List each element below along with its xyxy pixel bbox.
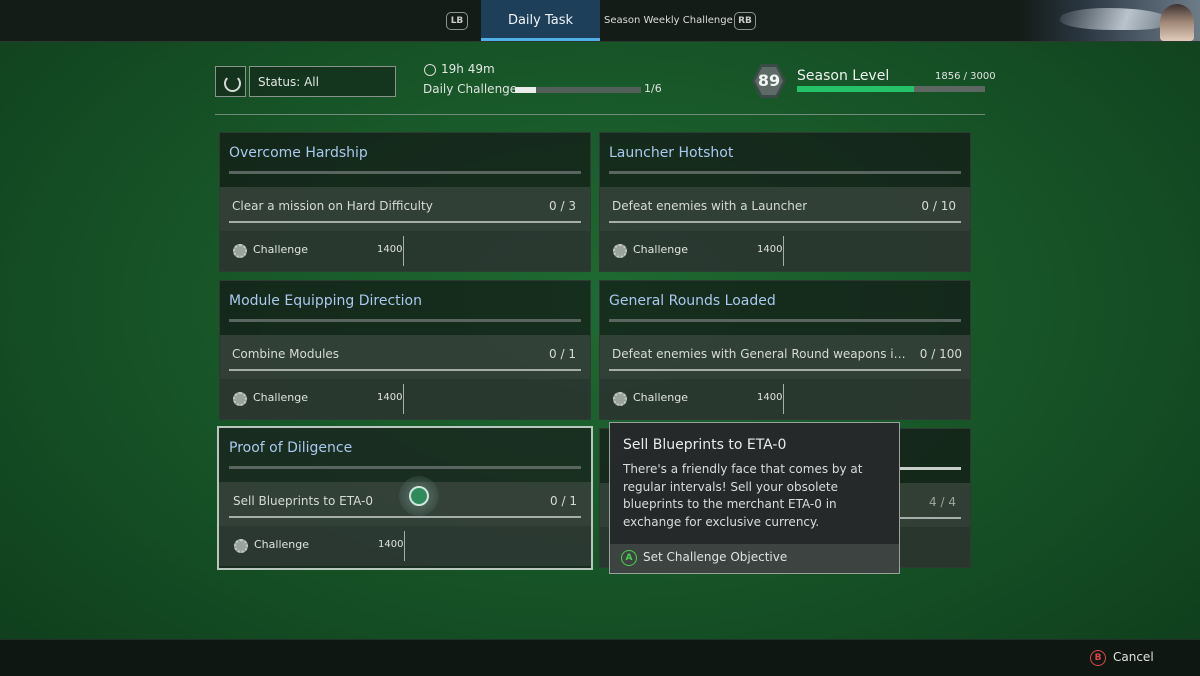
reward-label: Challenge — [253, 391, 308, 404]
season-xp-count: 1856 / 3000 — [935, 71, 996, 82]
a-button-icon: A — [621, 550, 637, 566]
challenge-card-overcome-hardship[interactable]: Overcome Hardship Clear a mission on Har… — [219, 132, 591, 272]
reward-row: Challenge 1400 — [600, 379, 970, 419]
challenge-card-module-equipping[interactable]: Module Equipping Direction Combine Modul… — [219, 280, 591, 420]
objective-text: Defeat enemies with General Round weapon… — [612, 347, 908, 361]
gear-icon — [234, 539, 248, 553]
reward-row: Challenge 1400 — [220, 379, 590, 419]
objective-progress: 0 / 3 — [549, 199, 576, 213]
reward-divider — [403, 384, 404, 414]
reward-divider — [403, 236, 404, 266]
top-tab-bar: LB Daily Task Season Weekly Challenge RB — [0, 0, 1200, 42]
objective-divider — [229, 516, 581, 518]
bottom-bar: B Cancel — [0, 639, 1200, 676]
card-title: Overcome Hardship — [229, 145, 368, 161]
challenge-card-launcher-hotshot[interactable]: Launcher Hotshot Defeat enemies with a L… — [599, 132, 971, 272]
tooltip-description: There's a friendly face that comes by at… — [623, 462, 863, 529]
title-divider — [229, 171, 581, 174]
reward-row: Challenge 1400 — [219, 526, 591, 566]
card-title: Proof of Diligence — [229, 440, 353, 456]
objective-progress: 0 / 10 — [921, 199, 956, 213]
title-divider — [609, 171, 961, 174]
reward-label: Challenge — [633, 243, 688, 256]
reward-label: Challenge — [254, 538, 309, 551]
set-objective-action[interactable]: A Set Challenge Objective — [610, 544, 899, 573]
status-filter: Status: All — [215, 66, 396, 97]
season-level-label: Season Level — [797, 68, 890, 84]
challenge-card-general-rounds[interactable]: General Rounds Loaded Defeat enemies wit… — [599, 280, 971, 420]
objective-row: Clear a mission on Hard Difficulty 0 / 3 — [220, 187, 590, 231]
objective-divider — [229, 369, 581, 371]
gear-icon — [613, 392, 627, 406]
objective-progress: 4 / 4 — [929, 495, 956, 509]
objective-text: Sell Blueprints to ETA-0 — [233, 494, 374, 508]
card-title: Launcher Hotshot — [609, 145, 734, 161]
objective-text: Clear a mission on Hard Difficulty — [232, 199, 433, 213]
reward-divider — [783, 384, 784, 414]
card-title: Module Equipping Direction — [229, 293, 422, 309]
reward-label: Challenge — [633, 391, 688, 404]
lb-bumper-icon[interactable]: LB — [446, 12, 468, 30]
cancel-button[interactable]: Cancel — [1113, 650, 1154, 664]
reward-value: 1400 — [757, 392, 783, 403]
reward-divider — [404, 531, 405, 561]
season-progress-bar — [797, 86, 985, 92]
objective-divider — [609, 221, 961, 223]
daily-challenge-count: 1/6 — [644, 82, 662, 95]
reset-timer: 19h 49m — [441, 62, 495, 76]
refresh-icon — [224, 75, 241, 92]
header-divider — [215, 114, 985, 115]
title-divider — [609, 319, 961, 322]
gear-icon — [233, 392, 247, 406]
season-level-badge: 89 — [752, 64, 786, 98]
character-avatar — [1160, 4, 1194, 41]
refresh-button[interactable] — [215, 66, 246, 97]
tab-season-weekly-challenge[interactable]: Season Weekly Challenge — [604, 0, 733, 41]
reward-value: 1400 — [378, 539, 404, 550]
gear-icon — [613, 244, 627, 258]
daily-progress-fill — [515, 87, 537, 93]
reward-row: Challenge 1400 — [220, 231, 590, 271]
objective-progress: 0 / 1 — [550, 494, 577, 508]
objective-progress: 0 / 1 — [549, 347, 576, 361]
daily-challenge-label: Daily Challenge — [423, 82, 518, 96]
objective-row: Combine Modules 0 / 1 — [220, 335, 590, 379]
season-level-number: 89 — [755, 67, 783, 95]
objective-text: Combine Modules — [232, 347, 340, 361]
season-banner-image — [1020, 0, 1200, 41]
reward-value: 1400 — [757, 244, 783, 255]
title-divider — [229, 319, 581, 322]
objective-divider — [229, 221, 581, 223]
daily-progress-bar — [515, 87, 641, 93]
card-title: General Rounds Loaded — [609, 293, 776, 309]
title-divider — [229, 466, 581, 469]
status-filter-dropdown[interactable]: Status: All — [249, 66, 396, 97]
reward-divider — [783, 236, 784, 266]
objective-text: Defeat enemies with a Launcher — [612, 199, 808, 213]
rb-bumper-icon[interactable]: RB — [734, 12, 756, 30]
reward-row: Challenge 1400 — [600, 231, 970, 271]
gear-icon — [233, 244, 247, 258]
season-progress-fill — [797, 86, 914, 92]
cursor-dot — [409, 486, 429, 506]
cursor-reticle — [399, 476, 439, 516]
objective-progress: 0 / 100 — [919, 347, 962, 361]
reward-value: 1400 — [377, 244, 403, 255]
ship-image — [1055, 8, 1175, 30]
reward-label: Challenge — [253, 243, 308, 256]
objective-divider — [609, 369, 961, 371]
b-button-icon[interactable]: B — [1090, 650, 1106, 666]
reward-value: 1400 — [377, 392, 403, 403]
tab-daily-task[interactable]: Daily Task — [481, 0, 600, 41]
tooltip-title: Sell Blueprints to ETA-0 — [623, 437, 787, 453]
challenge-tooltip: Sell Blueprints to ETA-0 There's a frien… — [609, 422, 900, 574]
set-objective-label: Set Challenge Objective — [643, 550, 788, 564]
timer-icon — [424, 64, 436, 76]
objective-row: Defeat enemies with a Launcher 0 / 10 — [600, 187, 970, 231]
objective-row: Defeat enemies with General Round weapon… — [600, 335, 970, 379]
